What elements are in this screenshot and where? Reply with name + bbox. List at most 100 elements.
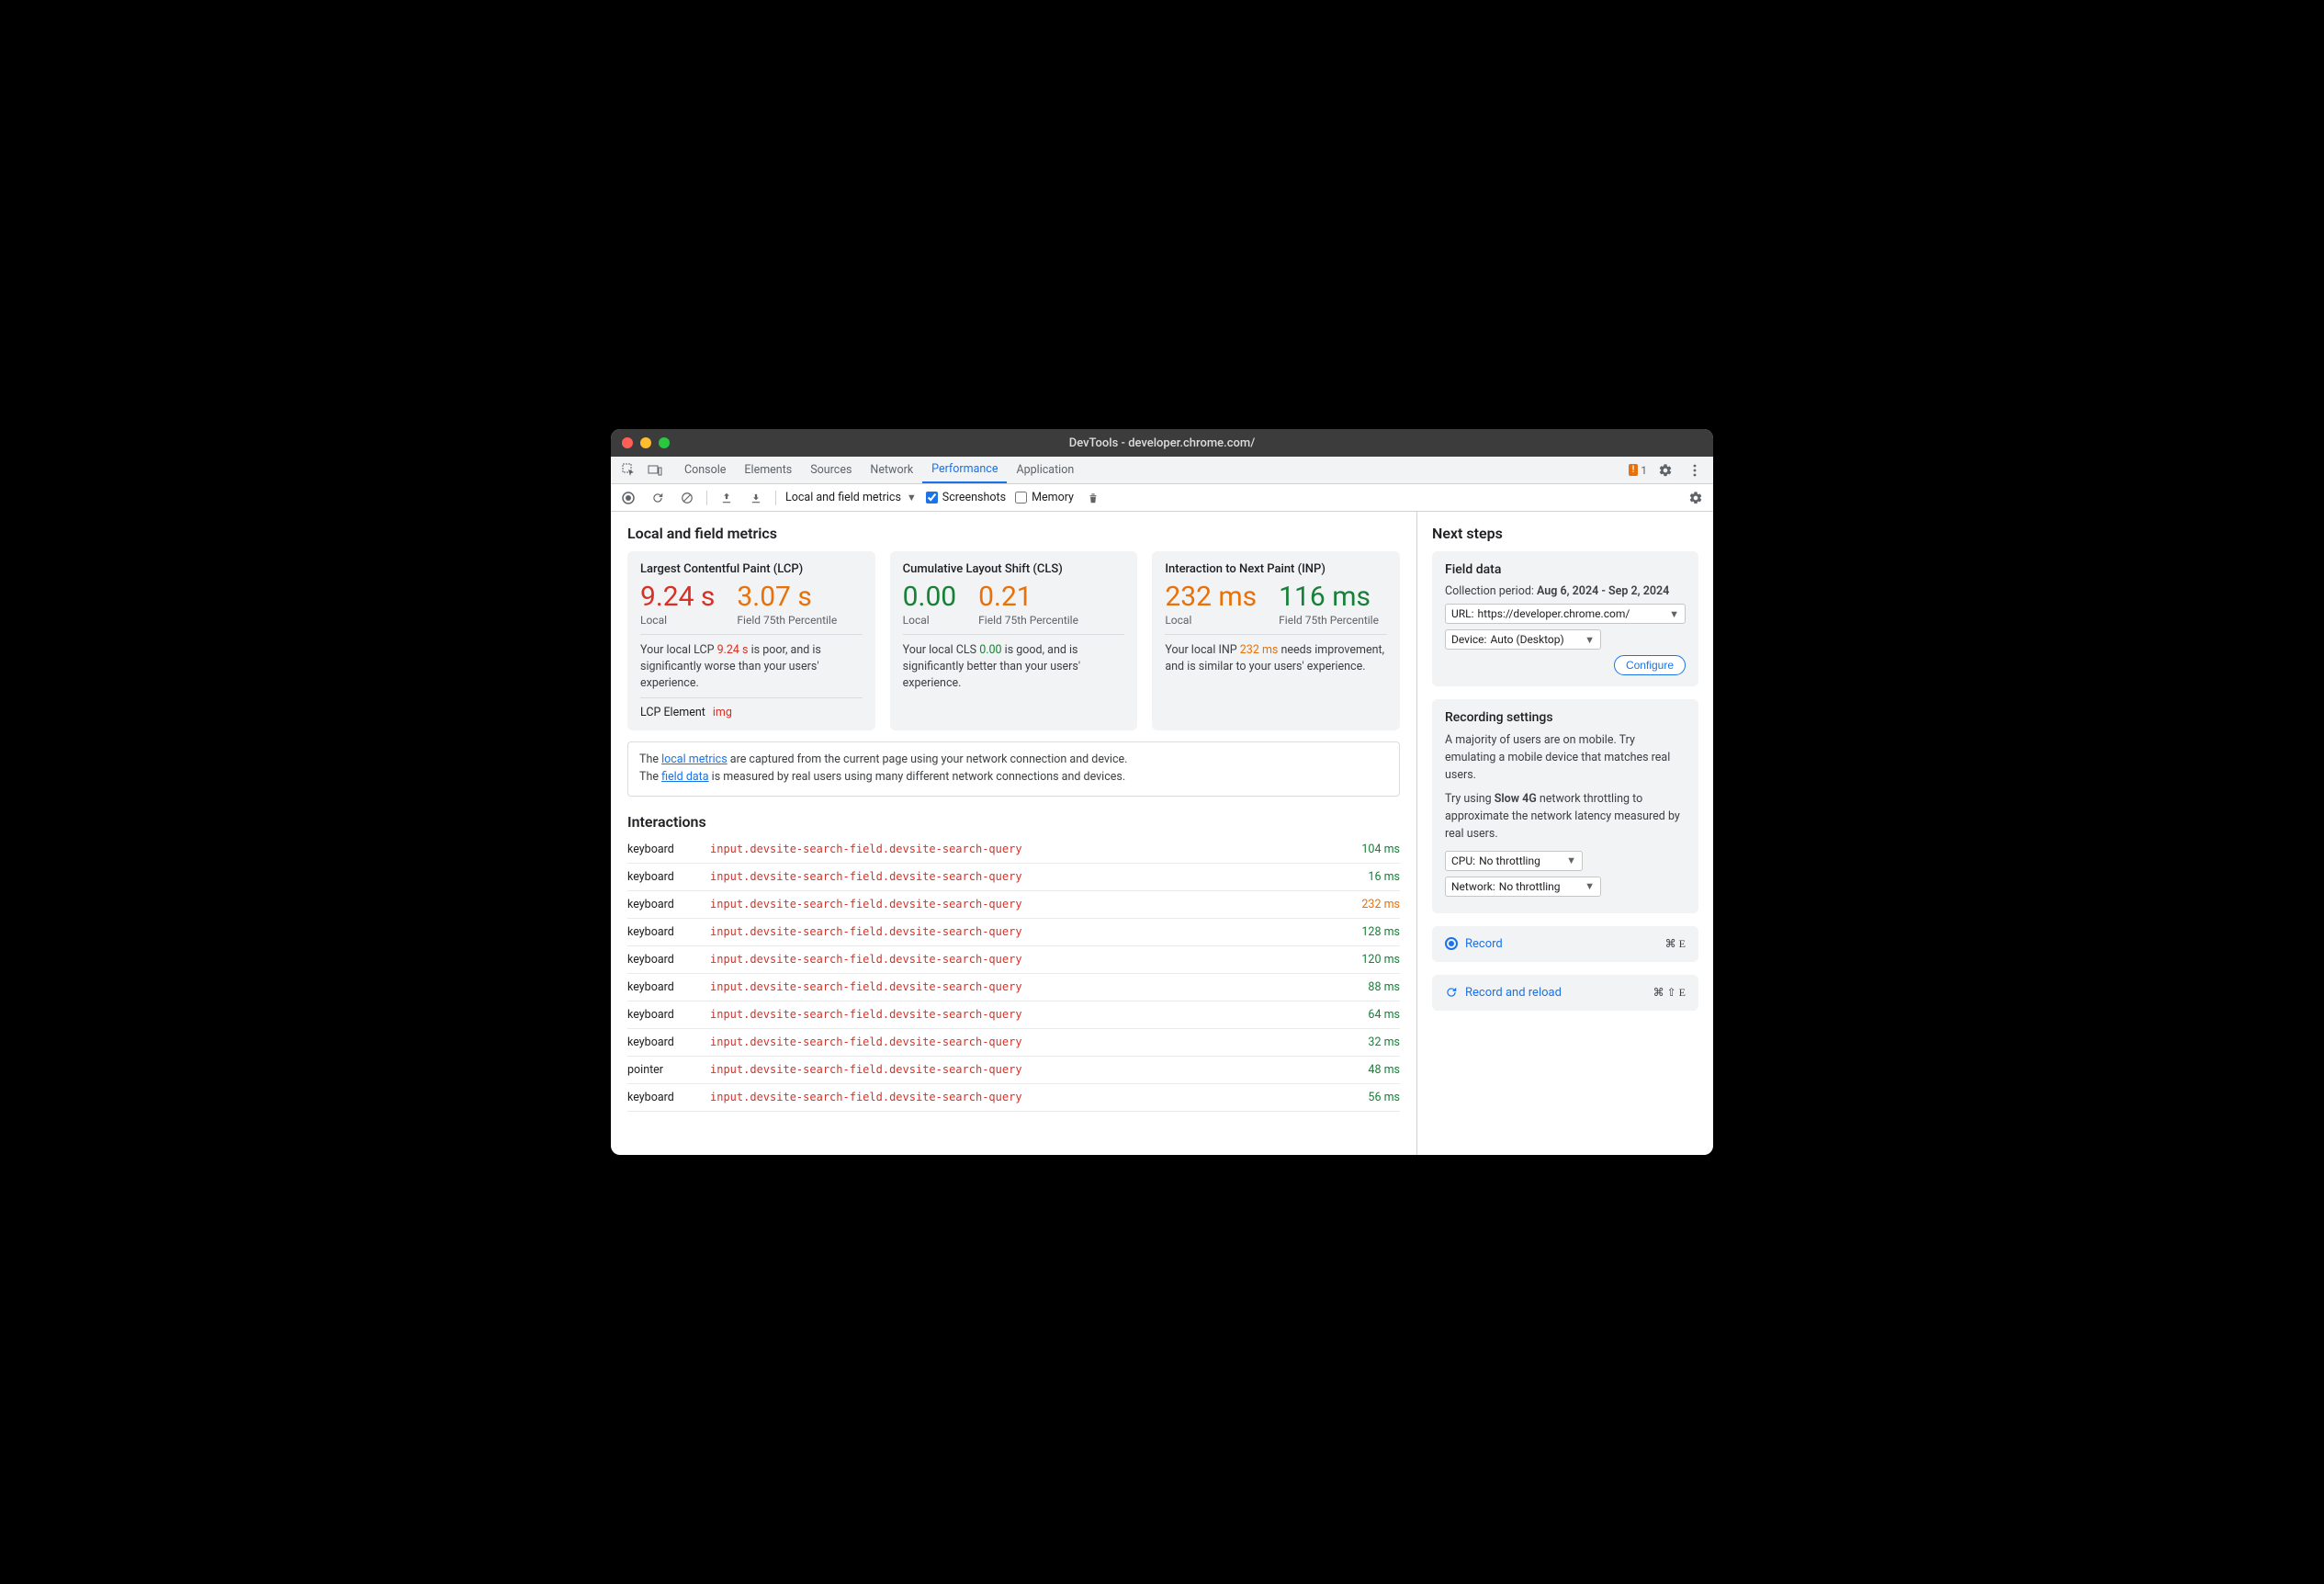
collection-period-value: Aug 6, 2024 - Sep 2, 2024 xyxy=(1537,584,1669,598)
recording-hint-throttling: Try using Slow 4G network throttling to … xyxy=(1445,791,1686,843)
settings-icon[interactable] xyxy=(1654,459,1676,481)
interaction-row[interactable]: keyboard input.devsite-search-field.devs… xyxy=(627,919,1400,946)
metric-card: Cumulative Layout Shift (CLS) 0.00 Local… xyxy=(890,551,1138,730)
interaction-selector: input.devsite-search-field.devsite-searc… xyxy=(710,925,1336,938)
issues-indicator[interactable]: ! 1 xyxy=(1629,464,1647,477)
configure-button[interactable]: Configure xyxy=(1614,655,1686,675)
screenshots-checkbox-input[interactable] xyxy=(926,492,938,503)
cpu-label: CPU: xyxy=(1451,854,1475,867)
performance-toolbar: Local and field metrics ▼ Screenshots Me… xyxy=(611,484,1713,512)
record-button-icon[interactable] xyxy=(618,488,638,508)
inspect-element-icon[interactable] xyxy=(618,459,640,481)
interaction-row[interactable]: keyboard input.devsite-search-field.devs… xyxy=(627,946,1400,974)
lcp-element-label: LCP Element xyxy=(640,706,705,719)
interaction-type: pointer xyxy=(627,1063,710,1077)
metric-card-title: Interaction to Next Paint (INP) xyxy=(1165,562,1387,576)
more-icon[interactable] xyxy=(1684,459,1706,481)
titlebar: DevTools - developer.chrome.com/ xyxy=(611,429,1713,457)
clear-icon[interactable] xyxy=(677,488,697,508)
interaction-duration: 32 ms xyxy=(1336,1035,1400,1049)
collection-period: Collection period: Aug 6, 2024 - Sep 2, … xyxy=(1445,584,1686,598)
interaction-duration: 120 ms xyxy=(1336,953,1400,967)
interaction-selector: input.devsite-search-field.devsite-searc… xyxy=(710,1008,1336,1021)
tab-console[interactable]: Console xyxy=(675,457,735,483)
tab-elements[interactable]: Elements xyxy=(735,457,801,483)
interaction-duration: 48 ms xyxy=(1336,1063,1400,1077)
memory-label: Memory xyxy=(1032,491,1074,504)
url-selector-label: URL: xyxy=(1451,607,1474,620)
network-throttling-selector[interactable]: Network: No throttling ▼ xyxy=(1445,877,1601,897)
memory-checkbox[interactable]: Memory xyxy=(1015,491,1074,504)
metric-local-label: Local xyxy=(903,614,957,627)
interaction-type: keyboard xyxy=(627,843,710,856)
tab-network[interactable]: Network xyxy=(861,457,922,483)
panel-settings-icon[interactable] xyxy=(1686,488,1706,508)
cpu-throttling-selector[interactable]: CPU: No throttling ▼ xyxy=(1445,851,1583,871)
panel-tabs: ConsoleElementsSourcesNetworkPerformance… xyxy=(675,457,1083,483)
device-toolbar-icon[interactable] xyxy=(644,459,666,481)
interaction-selector: input.devsite-search-field.devsite-searc… xyxy=(710,870,1336,883)
lcp-element-tag[interactable]: img xyxy=(713,706,732,719)
garbage-collect-icon[interactable] xyxy=(1083,488,1103,508)
recording-settings-title: Recording settings xyxy=(1445,710,1686,725)
metric-local-value: 232 ms xyxy=(1165,582,1257,612)
field-data-link[interactable]: field data xyxy=(661,770,708,784)
metric-card-title: Largest Contentful Paint (LCP) xyxy=(640,562,863,576)
interaction-duration: 16 ms xyxy=(1336,870,1400,884)
recording-settings-panel: Recording settings A majority of users a… xyxy=(1432,699,1698,913)
reload-record-icon[interactable] xyxy=(648,488,668,508)
metrics-info-box: The local metrics are captured from the … xyxy=(627,741,1400,797)
record-action[interactable]: Record xyxy=(1465,937,1503,951)
interaction-selector: input.devsite-search-field.devsite-searc… xyxy=(710,1063,1336,1076)
memory-checkbox-input[interactable] xyxy=(1015,492,1027,503)
tab-sources[interactable]: Sources xyxy=(801,457,861,483)
url-selector-value: https://developer.chrome.com/ xyxy=(1478,607,1630,620)
tab-application[interactable]: Application xyxy=(1007,457,1083,483)
reload-icon xyxy=(1445,986,1458,999)
interactions-list: keyboard input.devsite-search-field.devs… xyxy=(627,836,1400,1112)
metric-local-value: 0.00 xyxy=(903,582,957,612)
chevron-down-icon: ▼ xyxy=(907,492,917,503)
device-selector[interactable]: Device: Auto (Desktop) ▼ xyxy=(1445,629,1601,650)
record-icon xyxy=(1445,937,1458,950)
interaction-row[interactable]: keyboard input.devsite-search-field.devs… xyxy=(627,1084,1400,1112)
interaction-type: keyboard xyxy=(627,980,710,994)
network-value: No throttling xyxy=(1499,880,1561,893)
main-heading: Local and field metrics xyxy=(627,525,1400,542)
interaction-row[interactable]: keyboard input.devsite-search-field.devs… xyxy=(627,864,1400,891)
toolbar-divider xyxy=(775,491,776,505)
interaction-type: keyboard xyxy=(627,925,710,939)
issues-count: 1 xyxy=(1641,464,1647,477)
cpu-value: No throttling xyxy=(1479,854,1540,867)
interaction-row[interactable]: keyboard input.devsite-search-field.devs… xyxy=(627,836,1400,864)
field-data-title: Field data xyxy=(1445,562,1686,577)
interaction-row[interactable]: keyboard input.devsite-search-field.devs… xyxy=(627,1001,1400,1029)
metrics-view-selector[interactable]: Local and field metrics ▼ xyxy=(785,491,917,504)
interaction-row[interactable]: keyboard input.devsite-search-field.devs… xyxy=(627,1029,1400,1057)
window-title: DevTools - developer.chrome.com/ xyxy=(611,436,1713,450)
url-selector[interactable]: URL: https://developer.chrome.com/ ▼ xyxy=(1445,604,1686,624)
record-panel: Record ⌘ E xyxy=(1432,926,1698,962)
interaction-row[interactable]: keyboard input.devsite-search-field.devs… xyxy=(627,891,1400,919)
interaction-selector: input.devsite-search-field.devsite-searc… xyxy=(710,1091,1336,1103)
metric-field-label: Field 75th Percentile xyxy=(1279,614,1379,627)
info-text: is measured by real users using many dif… xyxy=(709,770,1126,784)
network-label: Network: xyxy=(1451,880,1495,893)
interaction-selector: input.devsite-search-field.devsite-searc… xyxy=(710,953,1336,966)
interaction-row[interactable]: pointer input.devsite-search-field.devsi… xyxy=(627,1057,1400,1084)
metric-description: Your local INP 232 ms needs improvement,… xyxy=(1165,642,1387,675)
upload-icon[interactable] xyxy=(716,488,737,508)
interaction-type: keyboard xyxy=(627,898,710,911)
screenshots-checkbox[interactable]: Screenshots xyxy=(926,491,1006,504)
interaction-duration: 104 ms xyxy=(1336,843,1400,856)
record-reload-panel: Record and reload ⌘ ⇧ E xyxy=(1432,975,1698,1011)
tab-performance[interactable]: Performance xyxy=(922,457,1007,483)
local-metrics-link[interactable]: local metrics xyxy=(661,752,728,766)
download-icon[interactable] xyxy=(746,488,766,508)
record-reload-action[interactable]: Record and reload xyxy=(1465,986,1562,1000)
chevron-down-icon: ▼ xyxy=(1585,880,1595,892)
interaction-duration: 56 ms xyxy=(1336,1091,1400,1104)
interaction-selector: input.devsite-search-field.devsite-searc… xyxy=(710,898,1336,911)
metric-local-label: Local xyxy=(640,614,715,627)
interaction-row[interactable]: keyboard input.devsite-search-field.devs… xyxy=(627,974,1400,1001)
